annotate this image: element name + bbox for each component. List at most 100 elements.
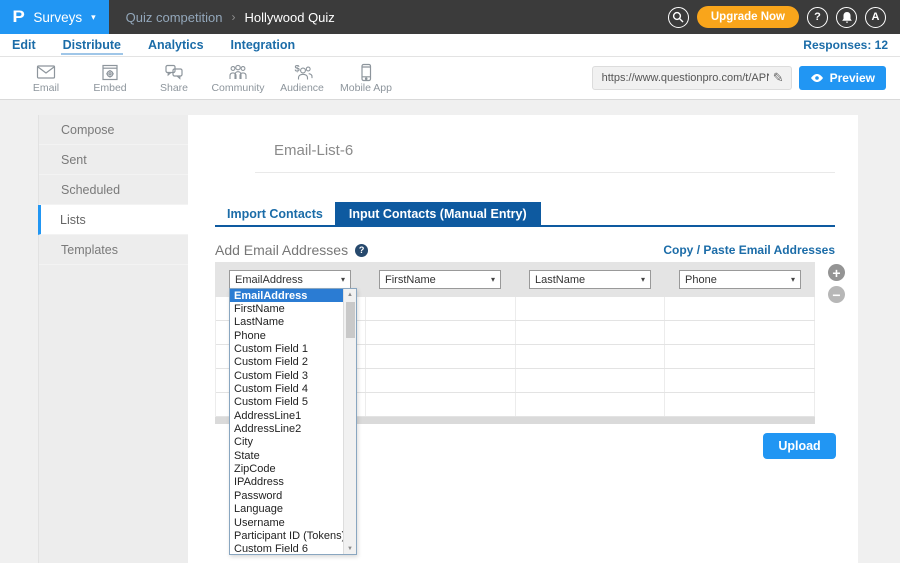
scrollbar-thumb[interactable] [346,302,355,338]
dropdown-option-firstname[interactable]: FirstName [230,302,343,315]
breadcrumb-separator-icon: › [231,10,235,24]
dropdown-option-zipcode[interactable]: ZipCode [230,462,343,475]
dropdown-option-phone[interactable]: Phone [230,329,343,342]
row-controls: + − [815,262,858,424]
grid-header-cell: Phone ▾ [665,262,815,297]
dropdown-option-custom-field-4[interactable]: Custom Field 4 [230,382,343,395]
dropdown-option-ipaddress[interactable]: IPAddress [230,476,343,489]
section-title: Add Email Addresses [215,242,348,258]
upload-button[interactable]: Upload [763,433,836,459]
toolbar-item-share[interactable]: Share [142,62,206,94]
bell-icon [841,11,853,24]
share-icon [163,62,185,82]
dropdown-scrollbar[interactable]: ▲ ▼ [343,289,356,554]
sidebar-item-sent[interactable]: Sent [39,145,188,175]
toolbar-item-audience[interactable]: $ Audience [270,62,334,94]
table-cell[interactable] [516,369,666,392]
dropdown-option-city[interactable]: City [230,436,343,449]
question-help-icon[interactable]: ? [355,244,368,257]
table-cell[interactable] [665,321,815,344]
sidebar-item-scheduled[interactable]: Scheduled [39,175,188,205]
table-cell[interactable] [665,345,815,368]
dropdown-option-custom-field-6[interactable]: Custom Field 6 [230,543,343,554]
table-cell[interactable] [516,345,666,368]
sidebar-item-compose[interactable]: Compose [39,115,188,145]
edit-pencil-icon[interactable]: ✎ [773,70,784,86]
toolbar-item-community[interactable]: Community [206,62,270,94]
nav-item-analytics[interactable]: Analytics [146,36,206,55]
copy-paste-link[interactable]: Copy / Paste Email Addresses [663,243,835,257]
grid-header-cell: FirstName▾ [365,262,515,297]
grid-header-cell: LastName▾ [515,262,665,297]
email-list-title: Email-List-6 [255,115,835,173]
column-select-lastname[interactable]: LastName▾ [529,270,651,289]
dropdown-option-password[interactable]: Password [230,489,343,502]
nav-item-integration[interactable]: Integration [229,36,298,55]
tab-import-contacts[interactable]: Import Contacts [215,202,335,225]
scroll-down-icon[interactable]: ▼ [347,543,353,554]
table-cell[interactable] [366,297,516,320]
sidebar-item-templates[interactable]: Templates [39,235,188,265]
dropdown-option-custom-field-3[interactable]: Custom Field 3 [230,369,343,382]
dropdown-option-participant-id-tokens[interactable]: Participant ID (Tokens) [230,529,343,542]
selected-field-label: Phone [685,274,717,286]
toolbar-items: Email Embed ShareCommunity $ Audience Mobile … [14,62,398,94]
toolbar-item-email[interactable]: Email [14,62,78,94]
surveys-menu[interactable]: P Surveys ▾ [0,0,109,34]
column-select-phone[interactable]: Phone ▾ [679,270,801,289]
notifications-button[interactable] [836,7,857,28]
survey-url-value: https://www.questionpro.com/t/APNrFZ [602,72,769,84]
dropdown-option-lastname[interactable]: LastName [230,316,343,329]
chevron-down-icon: ▾ [791,275,795,284]
dropdown-option-emailaddress[interactable]: EmailAddress [230,289,343,302]
svg-text:$: $ [295,64,301,75]
preview-button[interactable]: Preview [799,66,886,90]
scroll-up-icon[interactable]: ▲ [347,289,353,300]
chevron-down-icon: ▾ [341,275,345,284]
dropdown-option-addressline1[interactable]: AddressLine1 [230,409,343,422]
dropdown-option-language[interactable]: Language [230,503,343,516]
toolbar-item-label: Audience [280,82,324,94]
questionpro-logo-icon: P [12,7,24,27]
nav-item-edit[interactable]: Edit [10,36,38,55]
table-cell[interactable] [366,369,516,392]
table-cell[interactable] [516,393,666,416]
toolbar-item-label: Mobile App [340,82,392,94]
dropdown-option-custom-field-2[interactable]: Custom Field 2 [230,356,343,369]
dropdown-option-state[interactable]: State [230,449,343,462]
table-cell[interactable] [516,297,666,320]
toolbar-item-embed[interactable]: Embed [78,62,142,94]
remove-row-button[interactable]: − [828,286,845,303]
toolbar-item-label: Embed [93,82,126,94]
table-cell[interactable] [665,393,815,416]
mobile-app-icon [355,62,377,82]
dropdown-option-custom-field-5[interactable]: Custom Field 5 [230,396,343,409]
field-dropdown-open: EmailAddressFirstNameLastNamePhoneCustom… [229,288,357,555]
table-cell[interactable] [665,369,815,392]
column-select-firstname[interactable]: FirstName▾ [379,270,501,289]
upgrade-now-button[interactable]: Upgrade Now [697,6,799,28]
preview-button-label: Preview [830,71,875,85]
dropdown-option-addressline2[interactable]: AddressLine2 [230,422,343,435]
tab-input-contacts-manual-entry[interactable]: Input Contacts (Manual Entry) [335,202,541,225]
breadcrumb-parent[interactable]: Quiz competition [126,10,223,25]
table-cell[interactable] [665,297,815,320]
dropdown-option-custom-field-1[interactable]: Custom Field 1 [230,342,343,355]
nav-item-distribute[interactable]: Distribute [61,36,123,55]
survey-url-field[interactable]: https://www.questionpro.com/t/APNrFZ ✎ [592,66,792,90]
table-cell[interactable] [516,321,666,344]
help-button[interactable]: ? [807,7,828,28]
sidebar-item-lists[interactable]: Lists [38,205,188,235]
table-cell[interactable] [366,345,516,368]
table-cell[interactable] [366,321,516,344]
responses-count[interactable]: Responses: 12 [803,38,888,52]
survey-nav: Edit Distribute Analytics Integration Respo… [0,34,900,57]
table-cell[interactable] [366,393,516,416]
column-select-emailaddress[interactable]: EmailAddress▾ [229,270,351,289]
dropdown-option-username[interactable]: Username [230,516,343,529]
avatar[interactable]: A [865,7,886,28]
search-button[interactable] [668,7,689,28]
section-header: Add Email Addresses ? Copy / Paste Email… [215,242,835,258]
toolbar-item-mobile-app[interactable]: Mobile App [334,62,398,94]
add-row-button[interactable]: + [828,264,845,281]
